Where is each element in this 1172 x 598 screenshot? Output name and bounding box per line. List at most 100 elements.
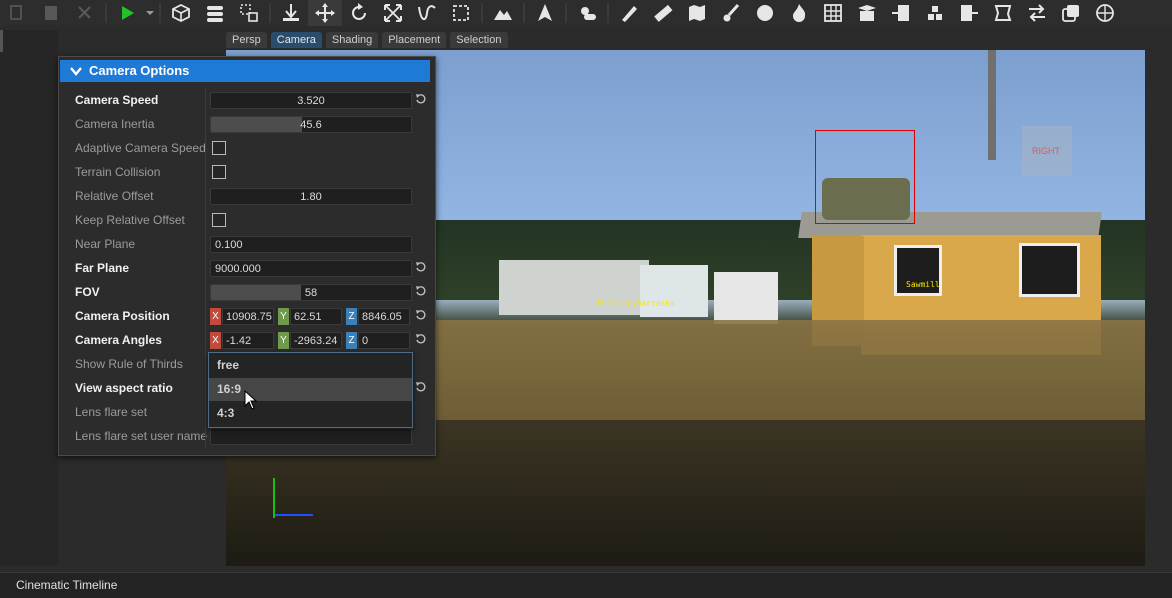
near-plane-field[interactable]: 0.100: [210, 236, 412, 253]
scale-icon[interactable]: [376, 0, 410, 26]
reset-icon[interactable]: [415, 333, 427, 345]
tab-placement[interactable]: Placement: [382, 32, 447, 48]
pencil-icon[interactable]: [612, 0, 646, 26]
camera-position-label: Camera Position: [75, 309, 170, 323]
camera-options-header[interactable]: Camera Options: [60, 60, 430, 82]
relative-offset-field[interactable]: 1.80: [210, 188, 412, 205]
far-plane-label: Far Plane: [75, 261, 130, 275]
rotate-icon[interactable]: [342, 0, 376, 26]
camera-inertia-slider[interactable]: 45.6: [210, 116, 412, 133]
row-adaptive-speed: Adaptive Camera Speed: [59, 136, 431, 160]
reset-icon[interactable]: [415, 309, 427, 321]
navmesh-icon[interactable]: [528, 0, 562, 26]
cinematic-timeline-title[interactable]: Cinematic Timeline: [16, 578, 117, 592]
globe-icon[interactable]: [1088, 0, 1122, 26]
military-base-sign[interactable]: [714, 272, 778, 324]
terrain-collision-label: Terrain Collision: [75, 165, 161, 179]
tab-persp[interactable]: Persp: [226, 32, 267, 48]
import-icon[interactable]: [884, 0, 918, 26]
row-camera-angles: Camera Angles X -1.42 Y -2963.24 Z0: [59, 328, 431, 352]
row-terrain-collision: Terrain Collision: [59, 160, 431, 184]
select-icon[interactable]: [232, 0, 266, 26]
tab-selection[interactable]: Selection: [450, 32, 508, 48]
reset-icon[interactable]: [415, 285, 427, 297]
cinematic-timeline-panel: Cinematic Timeline: [0, 572, 1172, 598]
move-icon[interactable]: [308, 0, 342, 26]
row-far-plane: Far Plane 9000.000: [59, 256, 431, 280]
terrain-icon[interactable]: [486, 0, 520, 26]
barracks-building[interactable]: [640, 265, 708, 317]
aspect-option-4-3[interactable]: 4:3: [209, 402, 412, 425]
map-icon[interactable]: [680, 0, 714, 26]
row-fov: FOV 58: [59, 280, 431, 304]
radio-tower[interactable]: [988, 50, 996, 160]
row-near-plane: Near Plane 0.100: [59, 232, 431, 256]
lens-flare-user-field[interactable]: [210, 428, 412, 445]
camera-speed-label: Camera Speed: [75, 93, 159, 107]
grid-icon[interactable]: [816, 0, 850, 26]
barracks-label: MilitaryBarracks: [598, 299, 676, 308]
aspect-ratio-label: View aspect ratio: [75, 381, 173, 395]
camera-speed-field[interactable]: 3.520: [210, 92, 412, 109]
chevron-down-icon[interactable]: [69, 64, 83, 78]
lens-flare-user-label: Lens flare set user name: [75, 429, 208, 443]
play-icon[interactable]: [110, 0, 144, 26]
cut-icon[interactable]: [68, 0, 102, 26]
play-options-chevron-icon[interactable]: [144, 0, 156, 26]
camera-angles-label: Camera Angles: [75, 333, 162, 347]
fov-slider[interactable]: 58: [210, 284, 412, 301]
copy-window-icon[interactable]: [1054, 0, 1088, 26]
adaptive-speed-checkbox[interactable]: [212, 141, 226, 155]
keep-relative-offset-checkbox[interactable]: [212, 213, 226, 227]
fov-label: FOV: [75, 285, 100, 299]
swap-icon[interactable]: [1020, 0, 1054, 26]
circle-icon[interactable]: [748, 0, 782, 26]
view-cube-label: RIGHT: [1032, 146, 1060, 156]
reset-icon[interactable]: [415, 261, 427, 273]
export-icon[interactable]: [952, 0, 986, 26]
relative-offset-label: Relative Offset: [75, 189, 154, 203]
row-camera-inertia: Camera Inertia 45.6: [59, 112, 431, 136]
fire-icon[interactable]: [782, 0, 816, 26]
main-toolbar: [0, 0, 1172, 26]
dock-edge: [0, 30, 3, 52]
aspect-ratio-dropdown[interactable]: free 16:9 4:3: [208, 352, 413, 428]
right-dock-strip: [1146, 50, 1172, 566]
cube-icon[interactable]: [164, 0, 198, 26]
sawmill-window: [1019, 243, 1080, 297]
curve-icon[interactable]: [410, 0, 444, 26]
stack-icon[interactable]: [918, 0, 952, 26]
row-keep-relative-offset: Keep Relative Offset: [59, 208, 431, 232]
reset-icon[interactable]: [415, 93, 427, 105]
reset-icon[interactable]: [415, 381, 427, 393]
marquee-icon[interactable]: [444, 0, 478, 26]
paste-icon[interactable]: [34, 0, 68, 26]
aspect-option-free[interactable]: free: [209, 354, 412, 377]
near-plane-label: Near Plane: [75, 237, 136, 251]
rule-of-thirds-label: Show Rule of Thirds: [75, 357, 183, 371]
aspect-option-16-9[interactable]: 16:9: [209, 378, 412, 401]
tab-shading[interactable]: Shading: [325, 32, 379, 48]
viewport-tabs: Persp Camera Shading Placement Selection: [226, 32, 508, 48]
box-open-icon[interactable]: [850, 0, 884, 26]
copy-icon[interactable]: [0, 0, 34, 26]
far-plane-field[interactable]: 9000.000: [210, 260, 412, 277]
y-axis-indicator: [273, 478, 275, 518]
weather-icon[interactable]: [570, 0, 604, 26]
keep-relative-offset-label: Keep Relative Offset: [75, 213, 185, 227]
layers-icon[interactable]: [198, 0, 232, 26]
row-camera-speed: Camera Speed 3.520: [59, 88, 431, 112]
adaptive-speed-label: Adaptive Camera Speed: [75, 141, 206, 155]
row-relative-offset: Relative Offset 1.80: [59, 184, 431, 208]
row-camera-position: Camera Position X 10908.75 Y 62.51 Z 8846.0…: [59, 304, 431, 328]
terrain-collision-checkbox[interactable]: [212, 165, 226, 179]
sawmill-label: Sawmill: [906, 280, 940, 289]
ruler-icon[interactable]: [646, 0, 680, 26]
paint-brush-icon[interactable]: [714, 0, 748, 26]
snap-icon[interactable]: [274, 0, 308, 26]
selection-bounding-box: [815, 130, 915, 224]
camera-inertia-label: Camera Inertia: [75, 117, 155, 131]
polygon-icon[interactable]: [986, 0, 1020, 26]
tab-camera[interactable]: Camera: [270, 32, 322, 48]
left-dock-strip: [0, 30, 58, 565]
